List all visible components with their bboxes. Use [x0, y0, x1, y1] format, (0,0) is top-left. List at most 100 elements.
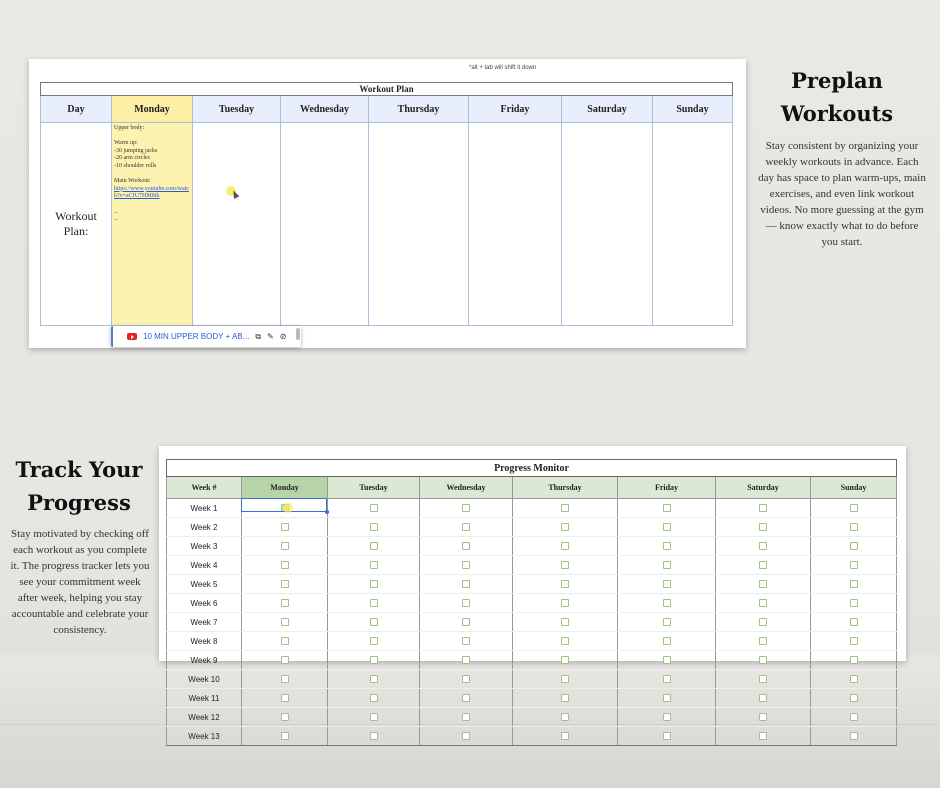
checkbox-cell[interactable]	[809, 612, 898, 632]
col-header-day[interactable]: Day	[40, 95, 112, 123]
checkbox[interactable]	[369, 675, 378, 684]
col-header-sunday[interactable]: Sunday	[651, 95, 734, 123]
checkbox[interactable]	[462, 561, 470, 570]
checkbox[interactable]	[462, 732, 470, 741]
checkbox-cell[interactable]	[327, 612, 420, 632]
checkbox-cell[interactable]	[512, 669, 618, 689]
checkbox-cell[interactable]	[241, 688, 328, 708]
checkbox[interactable]	[759, 580, 767, 589]
checkbox-cell[interactable]	[512, 650, 618, 670]
checkbox[interactable]	[462, 599, 470, 608]
checkbox-cell[interactable]	[715, 669, 811, 689]
checkbox-cell[interactable]	[809, 498, 898, 518]
checkbox-cell[interactable]	[241, 707, 328, 727]
checkbox-cell[interactable]	[512, 726, 618, 746]
checkbox[interactable]	[759, 694, 767, 703]
checkbox-cell[interactable]	[512, 707, 618, 727]
checkbox-cell[interactable]	[512, 593, 618, 613]
checkbox[interactable]	[561, 504, 569, 513]
checkbox-cell[interactable]	[617, 669, 716, 689]
checkbox[interactable]	[280, 637, 289, 646]
checkbox-cell[interactable]	[617, 593, 716, 613]
checkbox[interactable]	[561, 599, 569, 608]
checkbox[interactable]	[369, 580, 378, 589]
checkbox-cell[interactable]	[419, 726, 513, 746]
checkbox[interactable]	[280, 523, 289, 532]
checkbox[interactable]	[849, 637, 858, 646]
checkbox[interactable]	[759, 561, 767, 570]
checkbox-cell[interactable]	[419, 517, 513, 537]
checkbox-cell[interactable]	[809, 669, 898, 689]
checkbox[interactable]	[662, 523, 671, 532]
checkbox-cell[interactable]	[419, 631, 513, 651]
checkbox-cell[interactable]	[617, 631, 716, 651]
col-header-monday[interactable]: Monday	[111, 95, 193, 123]
checkbox-cell[interactable]	[809, 650, 898, 670]
checkbox[interactable]	[462, 656, 470, 665]
checkbox-cell[interactable]	[809, 688, 898, 708]
checkbox-cell[interactable]	[809, 631, 898, 651]
checkbox-cell[interactable]	[327, 669, 420, 689]
checkbox[interactable]	[849, 656, 858, 665]
checkbox[interactable]	[369, 523, 378, 532]
friday-plan-cell[interactable]	[468, 122, 562, 326]
checkbox-cell[interactable]	[512, 688, 618, 708]
checkbox-cell[interactable]	[715, 688, 811, 708]
checkbox[interactable]	[662, 504, 671, 513]
col-header-sunday[interactable]: Sunday	[809, 476, 898, 499]
col-header-wednesday[interactable]: Wednesday	[280, 95, 369, 123]
checkbox-cell[interactable]	[809, 536, 898, 556]
checkbox-cell[interactable]	[241, 536, 328, 556]
sunday-plan-cell[interactable]	[651, 122, 734, 326]
checkbox-cell[interactable]	[327, 574, 420, 594]
checkbox-cell[interactable]	[419, 536, 513, 556]
checkbox-cell[interactable]	[715, 726, 811, 746]
checkbox[interactable]	[280, 732, 289, 741]
checkbox[interactable]	[462, 504, 470, 513]
workout-video-link[interactable]: https://www.youtube.com/watch?v=aCIU7HM8…	[114, 186, 189, 200]
checkbox[interactable]	[849, 732, 858, 741]
checkbox[interactable]	[369, 732, 378, 741]
checkbox[interactable]	[662, 618, 671, 627]
checkbox[interactable]	[759, 637, 767, 646]
checkbox[interactable]	[561, 694, 569, 703]
checkbox[interactable]	[849, 504, 858, 513]
checkbox[interactable]	[369, 561, 378, 570]
checkbox-cell[interactable]	[512, 498, 618, 518]
checkbox[interactable]	[462, 694, 470, 703]
col-header-monday[interactable]: Monday	[241, 476, 328, 499]
checkbox[interactable]	[280, 580, 289, 589]
checkbox[interactable]	[369, 599, 378, 608]
checkbox-cell[interactable]	[419, 688, 513, 708]
tuesday-plan-cell[interactable]	[192, 122, 281, 326]
col-header-saturday[interactable]: Saturday	[715, 476, 811, 499]
checkbox-cell[interactable]	[617, 650, 716, 670]
checkbox-cell[interactable]	[241, 612, 328, 632]
checkbox-cell[interactable]	[327, 593, 420, 613]
checkbox[interactable]	[280, 561, 289, 570]
selection-fill-handle[interactable]	[325, 510, 329, 514]
checkbox[interactable]	[759, 656, 767, 665]
checkbox-cell[interactable]	[327, 707, 420, 727]
col-header-tuesday[interactable]: Tuesday	[327, 476, 420, 499]
checkbox[interactable]	[662, 542, 671, 551]
checkbox[interactable]	[662, 599, 671, 608]
checkbox[interactable]	[849, 599, 858, 608]
checkbox[interactable]	[662, 580, 671, 589]
checkbox-cell[interactable]	[715, 612, 811, 632]
checkbox-cell[interactable]	[809, 517, 898, 537]
checkbox[interactable]	[561, 637, 569, 646]
checkbox[interactable]	[849, 580, 858, 589]
col-header-tuesday[interactable]: Tuesday	[192, 95, 281, 123]
checkbox-cell[interactable]	[715, 631, 811, 651]
checkbox[interactable]	[561, 732, 569, 741]
checkbox-cell[interactable]	[241, 555, 328, 575]
checkbox[interactable]	[561, 542, 569, 551]
checkbox-cell[interactable]	[715, 650, 811, 670]
checkbox[interactable]	[462, 637, 470, 646]
thursday-plan-cell[interactable]	[368, 122, 469, 326]
checkbox-cell[interactable]	[715, 536, 811, 556]
checkbox[interactable]	[759, 599, 767, 608]
wednesday-plan-cell[interactable]	[280, 122, 369, 326]
col-header-week[interactable]: Week #	[166, 476, 242, 499]
